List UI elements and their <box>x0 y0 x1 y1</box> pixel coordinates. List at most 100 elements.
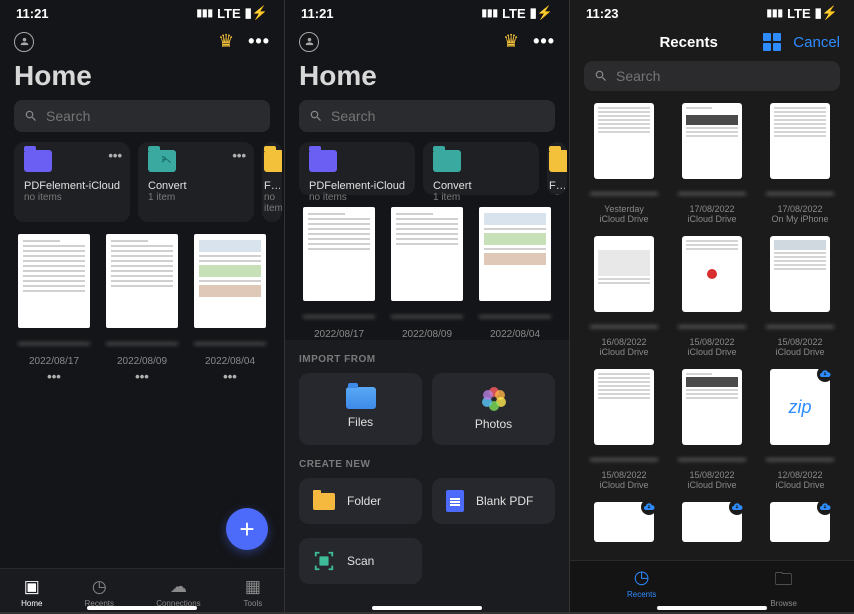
battery-icon: ▮⚡ <box>530 5 553 21</box>
picker-item[interactable]: 17/08/2022On My iPhone <box>760 103 840 224</box>
file-row[interactable]: 2022/08/17 2022/08/09 2022/08/04 <box>285 203 569 340</box>
home-indicator[interactable] <box>87 606 197 610</box>
folder-card[interactable]: ••• PDFelement-iCloud no items <box>14 142 130 222</box>
search-bar[interactable] <box>299 100 555 132</box>
tab-recents[interactable]: ◷Recents <box>85 577 114 608</box>
search-icon <box>594 69 608 83</box>
file-card[interactable]: 2022/08/09 ••• <box>102 234 182 384</box>
status-bar: 11:21 ▮▮▮ LTE ▮⚡ <box>285 0 569 23</box>
search-input[interactable] <box>616 68 830 84</box>
folder-card[interactable]: ••• Convert 1 item <box>138 142 254 222</box>
file-more-icon[interactable]: ••• <box>102 369 182 384</box>
picker-item[interactable]: 15/08/2022iCloud Drive <box>584 369 664 490</box>
cancel-button[interactable]: Cancel <box>793 34 840 51</box>
cloud-download-icon <box>729 499 745 515</box>
add-button[interactable]: + <box>226 508 268 550</box>
home-indicator[interactable] <box>657 606 767 610</box>
folder-count: 1 item <box>148 192 244 203</box>
more-icon[interactable]: ••• <box>533 31 555 52</box>
folder-icon <box>264 150 282 172</box>
tab-browse[interactable]: 🗀Browse <box>770 567 797 608</box>
home-indicator[interactable] <box>372 606 482 610</box>
photos-icon <box>482 387 506 411</box>
picker-item[interactable]: YesterdayiCloud Drive <box>584 103 664 224</box>
crown-icon[interactable]: ♛ <box>218 31 234 52</box>
tab-home[interactable]: ▣Home <box>21 577 42 608</box>
file-card[interactable]: 2022/08/04 <box>475 207 555 340</box>
picker-item[interactable]: 15/08/2022iCloud Drive <box>672 369 752 490</box>
status-bar: 11:21 ▮▮▮ LTE ▮⚡ <box>0 0 284 23</box>
clock-icon: ◷ <box>634 567 650 588</box>
import-photos-button[interactable]: Photos <box>432 373 555 445</box>
crown-icon[interactable]: ♛ <box>503 31 519 52</box>
file-row[interactable]: 2022/08/17 ••• 2022/08/09 ••• 2022/08/04… <box>0 230 284 384</box>
search-input[interactable] <box>46 108 260 124</box>
picker-item[interactable]: zip12/08/2022iCloud Drive <box>760 369 840 490</box>
folder-count: no item <box>264 192 280 214</box>
grid-icon: ▦ <box>243 577 263 597</box>
network-label: LTE <box>787 6 811 21</box>
file-thumb <box>106 234 178 328</box>
search-bar[interactable] <box>14 100 270 132</box>
file-card[interactable]: 2022/08/09 <box>387 207 467 340</box>
import-files-button[interactable]: Files <box>299 373 422 445</box>
picker-item[interactable] <box>584 502 664 548</box>
file-name-blurred <box>190 334 270 354</box>
create-folder-button[interactable]: Folder <box>299 478 422 524</box>
folder-count: no items <box>24 192 120 203</box>
file-name-blurred <box>14 334 94 354</box>
tab-tools[interactable]: ▦Tools <box>243 577 263 608</box>
create-new-label: CREATE NEW <box>299 459 555 470</box>
picker-item[interactable]: 15/08/2022iCloud Drive <box>760 236 840 357</box>
cloud-download-icon <box>817 499 833 515</box>
folder-card[interactable]: Favori no item <box>262 142 282 222</box>
search-bar[interactable] <box>584 61 840 91</box>
picker-item[interactable]: 17/08/2022iCloud Drive <box>672 103 752 224</box>
import-sheet: IMPORT FROM Files Photos CREATE NEW Fold… <box>285 340 569 612</box>
file-more-icon[interactable]: ••• <box>190 369 270 384</box>
folder-name: Convert <box>148 180 244 192</box>
screen-home: 11:21 ▮▮▮ LTE ▮⚡ ♛ ••• Home ••• PDFeleme… <box>0 0 284 612</box>
status-bar: 11:23 ▮▮▮ LTE ▮⚡ <box>570 0 854 23</box>
folder-card[interactable]: Favorino item <box>547 142 567 195</box>
battery-icon: ▮⚡ <box>245 5 268 21</box>
picker-tab-bar: ◷Recents 🗀Browse <box>570 560 854 612</box>
tab-connections[interactable]: ☁Connections <box>156 577 200 608</box>
zip-icon: zip <box>770 369 830 445</box>
picker-item[interactable] <box>672 502 752 548</box>
folder-row[interactable]: PDFelement-iCloudno items Convert1 item … <box>285 142 569 203</box>
cloud-download-icon <box>641 499 657 515</box>
folder-icon: 🗀 <box>775 567 793 597</box>
folder-more-icon[interactable]: ••• <box>108 148 122 163</box>
folder-name: Favori <box>264 180 280 192</box>
picker-item[interactable]: 15/08/2022iCloud Drive <box>672 236 752 357</box>
folder-more-icon[interactable]: ••• <box>232 148 246 163</box>
pdf-icon <box>446 490 464 512</box>
profile-icon[interactable] <box>299 32 319 52</box>
view-grid-icon[interactable] <box>763 33 781 51</box>
folder-icon <box>148 150 176 172</box>
create-blank-pdf-button[interactable]: Blank PDF <box>432 478 555 524</box>
file-card[interactable]: 2022/08/17 ••• <box>14 234 94 384</box>
scissors-icon <box>161 154 172 165</box>
folder-icon <box>549 150 567 172</box>
picker-grid[interactable]: YesterdayiCloud Drive 17/08/2022iCloud D… <box>570 103 854 560</box>
screen-home-import: 11:21 ▮▮▮ LTE ▮⚡ ♛ ••• Home PDFelement-i… <box>285 0 569 612</box>
picker-item[interactable] <box>760 502 840 548</box>
file-card[interactable]: 2022/08/17 <box>299 207 379 340</box>
files-folder-icon <box>346 387 376 409</box>
folder-card[interactable]: Convert1 item <box>423 142 539 195</box>
picker-item[interactable]: 16/08/2022iCloud Drive <box>584 236 664 357</box>
import-from-label: IMPORT FROM <box>299 354 555 365</box>
tab-recents[interactable]: ◷Recents <box>627 567 656 608</box>
file-card[interactable]: 2022/08/04 ••• <box>190 234 270 384</box>
folder-row[interactable]: ••• PDFelement-iCloud no items ••• Conve… <box>0 142 284 230</box>
titlebar: ♛ ••• <box>0 23 284 56</box>
profile-icon[interactable] <box>14 32 34 52</box>
more-icon[interactable]: ••• <box>248 31 270 52</box>
search-input[interactable] <box>331 108 545 124</box>
file-more-icon[interactable]: ••• <box>14 369 94 384</box>
folder-card[interactable]: PDFelement-iCloudno items <box>299 142 415 195</box>
create-scan-button[interactable]: Scan <box>299 538 422 584</box>
picker-header: Recents Cancel <box>570 23 854 61</box>
